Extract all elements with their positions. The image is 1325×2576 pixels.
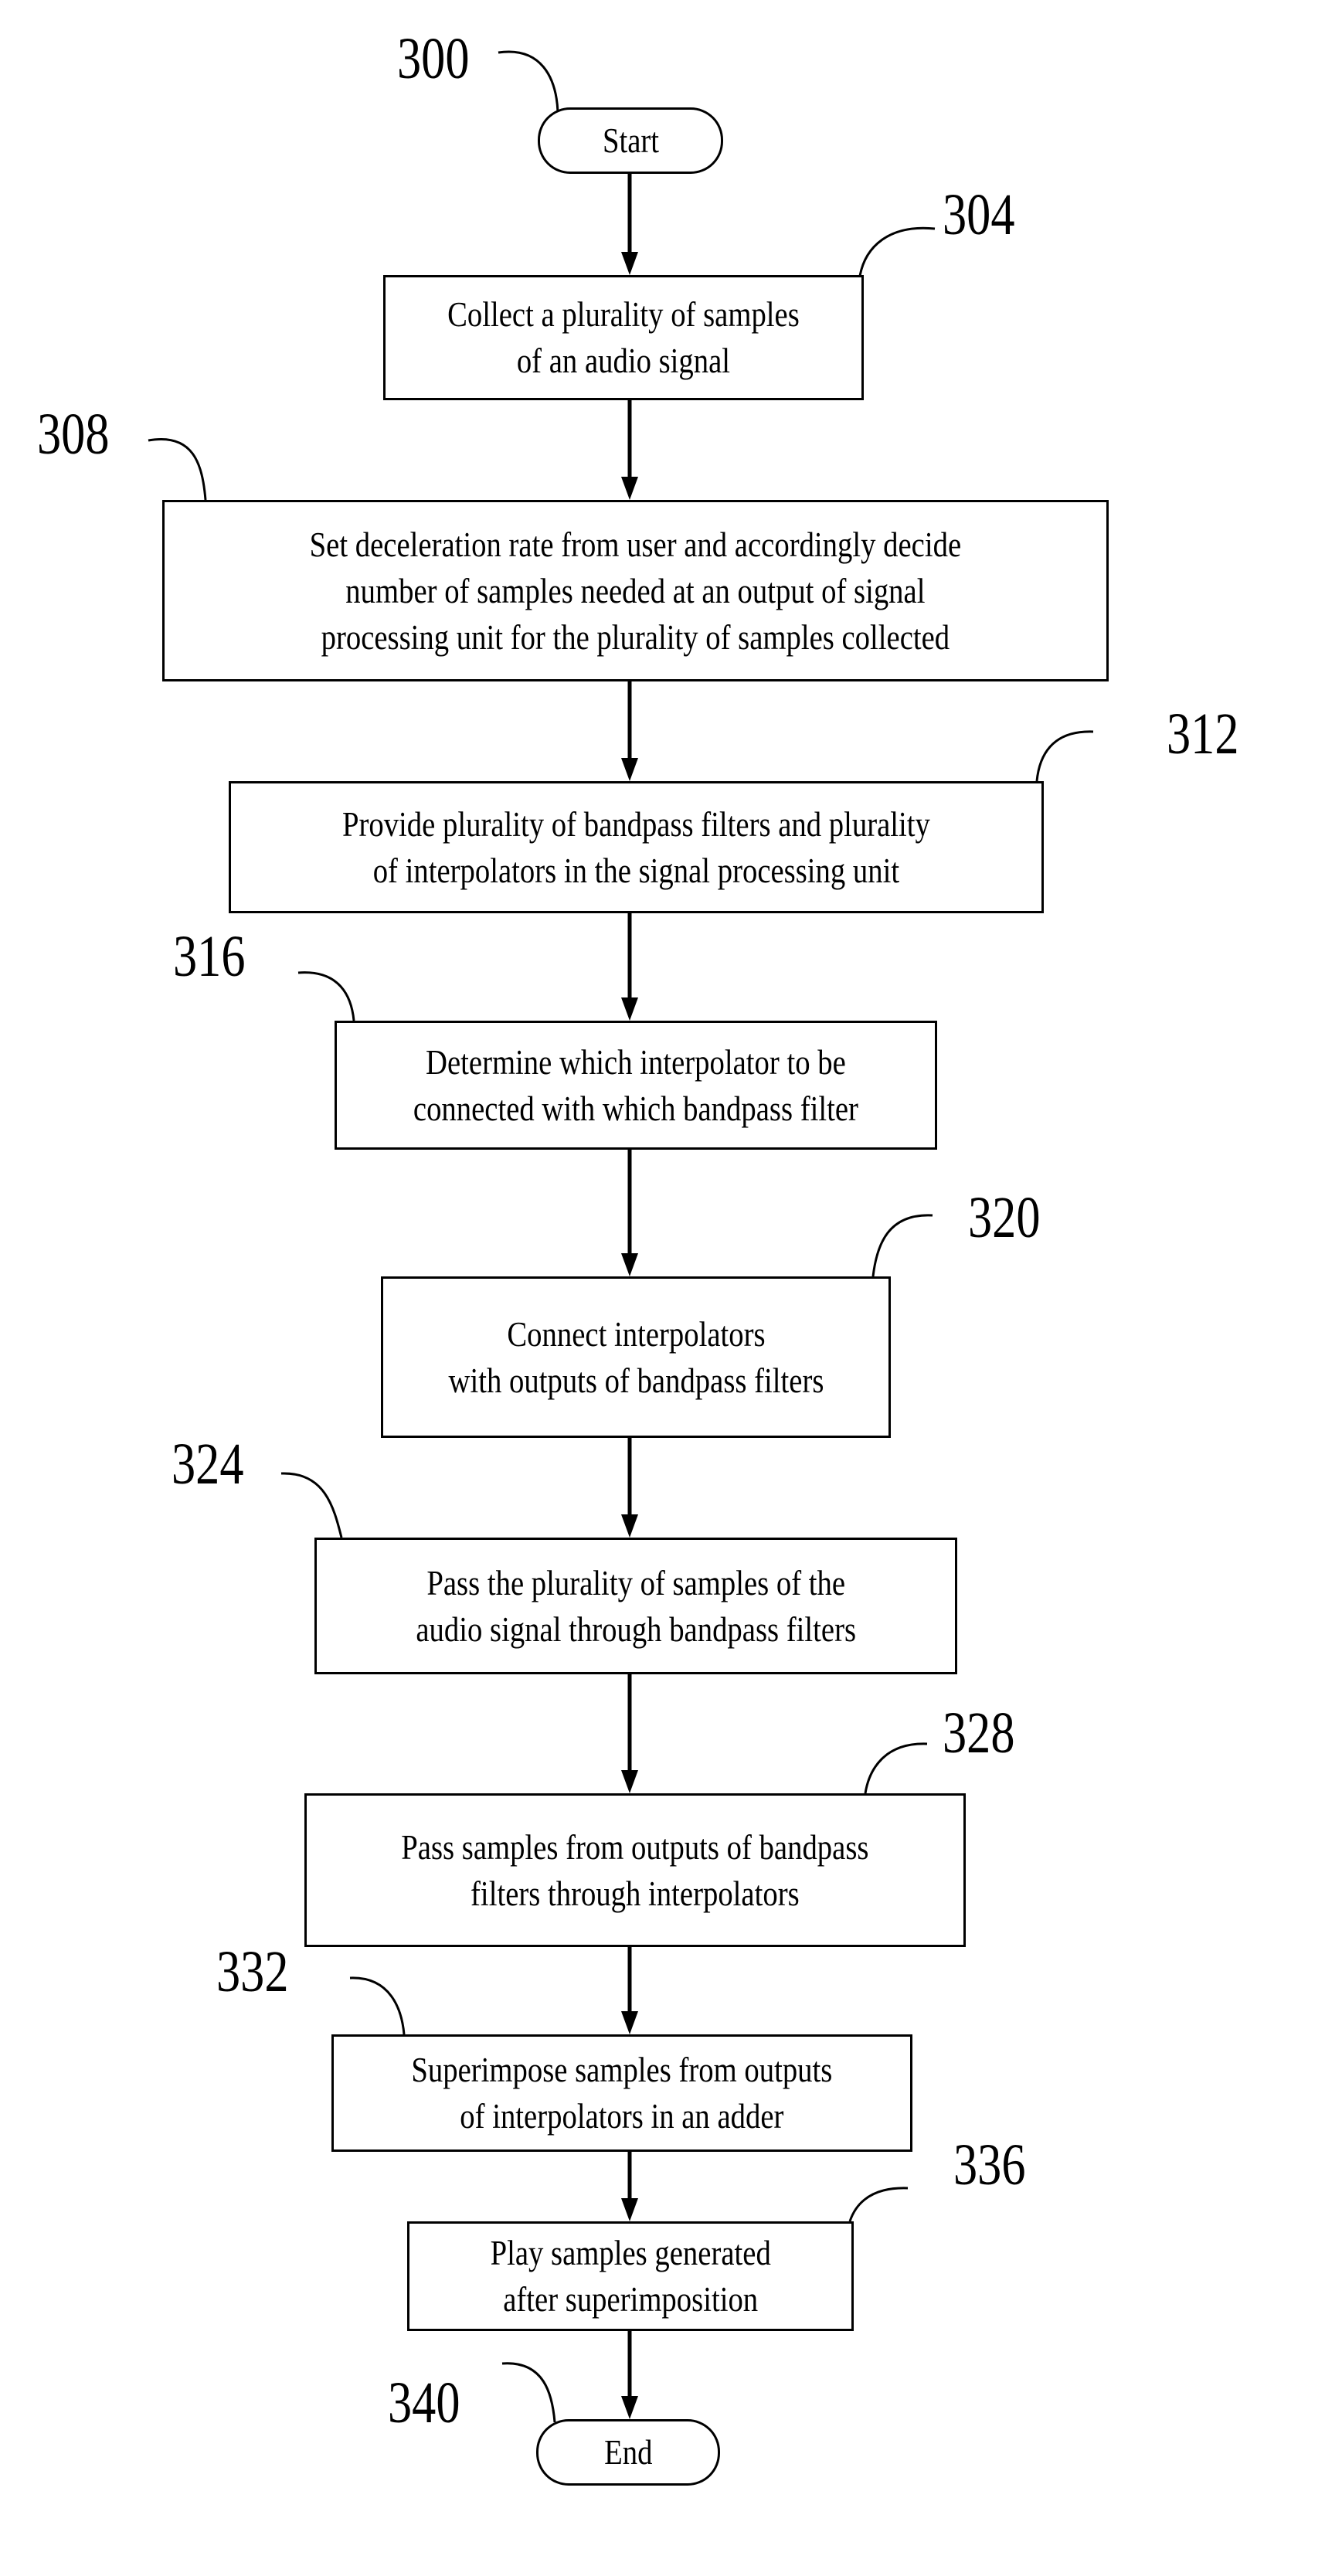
end-label: End	[603, 2433, 653, 2472]
step-312-text: Provide plurality of bandpass filters an…	[342, 804, 930, 890]
start-terminal: Start	[538, 107, 723, 174]
start-label: Start	[602, 121, 659, 160]
step-308-text: Set deceleration rate from user and acco…	[309, 525, 962, 657]
flowchart-canvas: Start Collect a plurality of samples of …	[0, 0, 1325, 2576]
ref-308: 308	[37, 402, 110, 467]
step-316-text: Determine which interpolator to be conne…	[413, 1042, 859, 1128]
leader-328	[864, 1742, 928, 1794]
leader-304	[858, 226, 936, 277]
step-336-text: Play samples generated after superimposi…	[490, 2234, 771, 2319]
arrowhead-8	[621, 2011, 638, 2034]
leader-316	[297, 971, 355, 1021]
end-terminal: End	[536, 2419, 720, 2486]
step-308-set-deceleration: Set deceleration rate from user and acco…	[162, 500, 1109, 681]
ref-304: 304	[943, 182, 1015, 247]
arrowhead-3	[621, 758, 638, 781]
arrowhead-6	[621, 1514, 638, 1538]
arrowhead-9	[621, 2198, 638, 2221]
leader-308	[148, 438, 207, 501]
leader-324	[280, 1472, 343, 1538]
ref-312: 312	[1167, 702, 1239, 766]
step-324-text: Pass the plurality of samples of the aud…	[416, 1563, 856, 1649]
step-320-connect-interpolators: Connect interpolators with outputs of ba…	[381, 1276, 891, 1438]
arrowhead-4	[621, 997, 638, 1021]
step-328-pass-through-interpolators: Pass samples from outputs of bandpass fi…	[304, 1793, 966, 1947]
ref-320: 320	[968, 1185, 1041, 1250]
step-304-collect-samples: Collect a plurality of samples of an aud…	[383, 275, 864, 400]
leader-332	[349, 1976, 406, 2035]
leader-300	[498, 50, 559, 113]
step-328-text: Pass samples from outputs of bandpass fi…	[401, 1827, 869, 1913]
step-304-text: Collect a plurality of samples of an aud…	[447, 295, 800, 380]
ref-328: 328	[943, 1701, 1015, 1765]
arrowhead-7	[621, 1770, 638, 1793]
step-332-text: Superimpose samples from outputs of inte…	[411, 2051, 833, 2136]
ref-332: 332	[216, 1939, 289, 2004]
ref-340: 340	[388, 2370, 460, 2435]
leader-340	[501, 2362, 556, 2423]
step-336-play-samples: Play samples generated after superimposi…	[407, 2221, 854, 2331]
arrowhead-1	[621, 252, 638, 275]
ref-300: 300	[397, 26, 470, 91]
ref-316: 316	[173, 924, 246, 989]
ref-336: 336	[953, 2133, 1026, 2197]
step-324-pass-through-filters: Pass the plurality of samples of the aud…	[314, 1538, 957, 1674]
step-320-text: Connect interpolators with outputs of ba…	[448, 1314, 824, 1400]
step-312-provide-filters: Provide plurality of bandpass filters an…	[229, 781, 1044, 913]
arrowhead-10	[621, 2396, 638, 2419]
step-332-superimpose: Superimpose samples from outputs of inte…	[331, 2034, 912, 2152]
leader-336	[848, 2187, 909, 2222]
leader-312	[1035, 730, 1094, 782]
leader-320	[871, 1214, 933, 1277]
arrowhead-5	[621, 1253, 638, 1276]
step-316-determine-mapping: Determine which interpolator to be conne…	[335, 1021, 937, 1150]
ref-324: 324	[172, 1432, 244, 1497]
arrowhead-2	[621, 477, 638, 500]
